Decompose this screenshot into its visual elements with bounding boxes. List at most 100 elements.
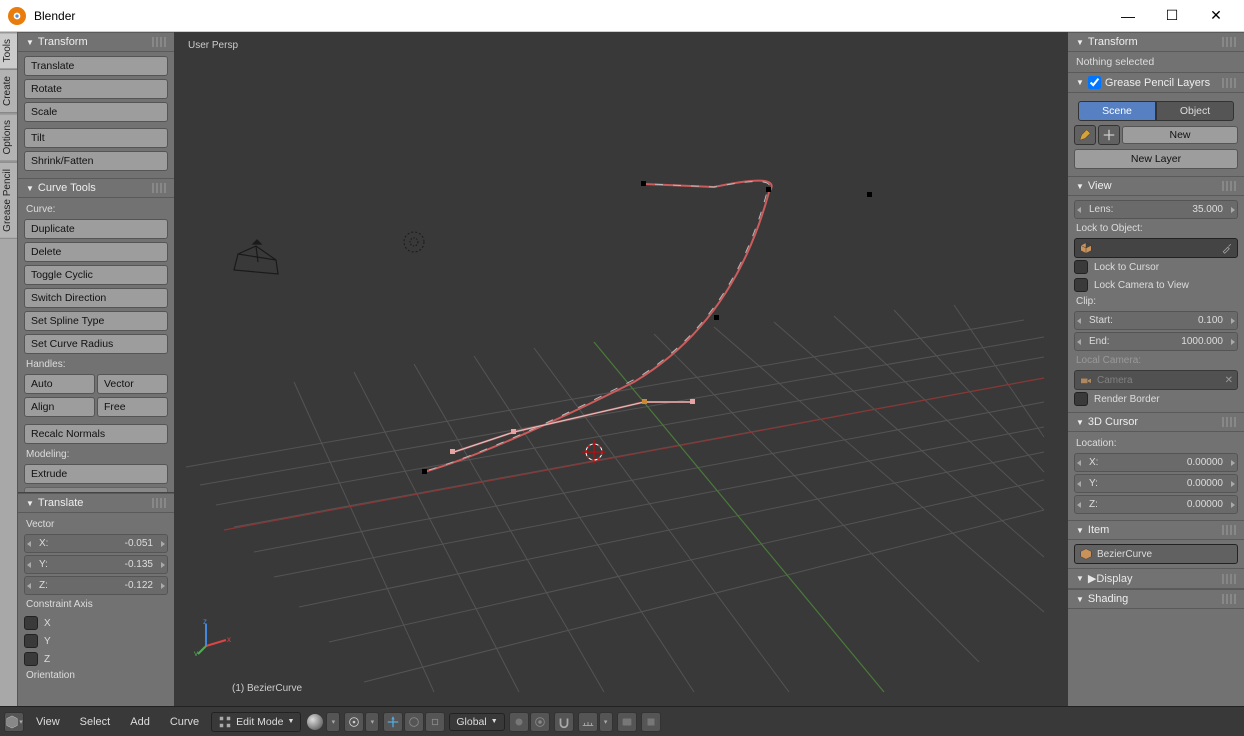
tab-options[interactable]: Options: [0, 113, 17, 161]
pivot-dropdown-icon[interactable]: ▾: [365, 712, 379, 732]
panel-header-gpencil[interactable]: Grease Pencil Layers: [1068, 72, 1244, 93]
vector-z-field[interactable]: Z:-0.122: [24, 576, 168, 595]
constraint-z[interactable]: Z: [24, 650, 168, 668]
duplicate-button[interactable]: Duplicate: [24, 219, 168, 239]
close-button[interactable]: ✕: [1196, 4, 1236, 28]
blender-icon: [8, 7, 26, 25]
constraint-x[interactable]: X: [24, 614, 168, 632]
curve-label: Curve:: [24, 202, 168, 219]
toggle-cyclic-button[interactable]: Toggle Cyclic: [24, 265, 168, 285]
constraint-axis-label: Constraint Axis: [24, 597, 168, 614]
translate-button[interactable]: Translate: [24, 56, 168, 76]
switch-direction-button[interactable]: Switch Direction: [24, 288, 168, 308]
menu-add[interactable]: Add: [122, 714, 158, 730]
manipulator-scale-icon[interactable]: [425, 712, 445, 732]
cursor-y-field[interactable]: Y:0.00000: [1074, 474, 1238, 493]
vector-y-field[interactable]: Y:-0.135: [24, 555, 168, 574]
svg-text:x: x: [227, 635, 231, 644]
handle-vector-button[interactable]: Vector: [97, 374, 168, 394]
clip-label: Clip:: [1074, 294, 1238, 311]
tab-grease-pencil[interactable]: Grease Pencil: [0, 162, 17, 239]
set-curve-radius-button[interactable]: Set Curve Radius: [24, 334, 168, 354]
menu-select[interactable]: Select: [72, 714, 119, 730]
item-name-field[interactable]: BezierCurve: [1074, 544, 1238, 564]
window-titlebar: Blender — ☐ ✕: [0, 0, 1244, 32]
vector-x-field[interactable]: X:-0.051: [24, 534, 168, 553]
local-camera-label: Local Camera:: [1074, 353, 1238, 370]
manipulator-rotate-icon[interactable]: [404, 712, 424, 732]
shading-solid-icon[interactable]: [307, 714, 323, 730]
tilt-button[interactable]: Tilt: [24, 128, 168, 148]
panel-header-transform[interactable]: Transform: [18, 32, 174, 52]
opengl-render-icon[interactable]: [617, 712, 637, 732]
lock-object-field[interactable]: [1074, 238, 1238, 258]
modeling-label: Modeling:: [24, 447, 168, 464]
menu-view[interactable]: View: [28, 714, 68, 730]
opengl-anim-icon[interactable]: [641, 712, 661, 732]
tab-create[interactable]: Create: [0, 69, 17, 113]
rotate-button[interactable]: Rotate: [24, 79, 168, 99]
panel-header-display[interactable]: ▶ Display: [1068, 568, 1244, 589]
gpencil-scene-tab[interactable]: Scene: [1078, 101, 1156, 121]
constraint-y[interactable]: Y: [24, 632, 168, 650]
manipulator-translate-icon[interactable]: [383, 712, 403, 732]
shrink-fatten-button[interactable]: Shrink/Fatten: [24, 151, 168, 171]
curve-icon: [1079, 547, 1093, 561]
handle-free-button[interactable]: Free: [97, 397, 168, 417]
local-camera-field[interactable]: Camera ✕: [1074, 370, 1238, 390]
editor-type-icon[interactable]: ▾: [4, 712, 24, 732]
new-layer-button[interactable]: New Layer: [1074, 149, 1238, 169]
orientation-dropdown[interactable]: Global▼: [449, 713, 504, 731]
proportional-icon[interactable]: [530, 712, 550, 732]
panel-header-view[interactable]: View: [1068, 176, 1244, 196]
subdivide-button[interactable]: Subdivide: [24, 487, 168, 492]
scale-button[interactable]: Scale: [24, 102, 168, 122]
tab-tools[interactable]: Tools: [0, 32, 17, 69]
menu-curve[interactable]: Curve: [162, 714, 207, 730]
snap-type-icon[interactable]: [578, 712, 598, 732]
snap-icon[interactable]: [554, 712, 574, 732]
window-title: Blender: [34, 9, 1108, 23]
pivot-icon[interactable]: [344, 712, 364, 732]
pencil-icon[interactable]: [1074, 125, 1096, 145]
cursor-x-field[interactable]: X:0.00000: [1074, 453, 1238, 472]
svg-text:z: z: [203, 617, 207, 626]
new-gpencil-button[interactable]: New: [1122, 126, 1238, 144]
panel-header-translate[interactable]: Translate: [18, 493, 174, 513]
lock-to-cursor[interactable]: Lock to Cursor: [1074, 258, 1238, 276]
panel-header-3dcursor[interactable]: 3D Cursor: [1068, 412, 1244, 432]
gpencil-object-tab[interactable]: Object: [1156, 101, 1234, 121]
viewport-canvas[interactable]: [174, 32, 1068, 706]
layers-icon[interactable]: [509, 712, 529, 732]
panel-header-shading[interactable]: Shading: [1068, 589, 1244, 609]
lock-camera-to-view[interactable]: Lock Camera to View: [1074, 276, 1238, 294]
delete-button[interactable]: Delete: [24, 242, 168, 262]
clip-end-field[interactable]: End:1000.000: [1074, 332, 1238, 351]
render-border[interactable]: Render Border: [1074, 390, 1238, 408]
3d-viewport[interactable]: User Persp (1) BezierCurve x z y: [174, 32, 1068, 706]
panel-header-curve-tools[interactable]: Curve Tools: [18, 178, 174, 198]
eyedropper-icon[interactable]: [1221, 242, 1233, 254]
orientation-label: Orientation: [24, 668, 168, 685]
handle-align-button[interactable]: Align: [24, 397, 95, 417]
handle-auto-button[interactable]: Auto: [24, 374, 95, 394]
set-spline-type-button[interactable]: Set Spline Type: [24, 311, 168, 331]
clear-icon[interactable]: ✕: [1225, 375, 1233, 386]
mode-dropdown[interactable]: Edit Mode▼: [211, 712, 301, 732]
extrude-button[interactable]: Extrude: [24, 464, 168, 484]
maximize-button[interactable]: ☐: [1152, 4, 1192, 28]
minimize-button[interactable]: —: [1108, 4, 1148, 28]
cube-icon: [1079, 241, 1093, 255]
snap-dropdown-icon[interactable]: ▾: [599, 712, 613, 732]
cursor-z-field[interactable]: Z:0.00000: [1074, 495, 1238, 514]
clip-start-field[interactable]: Start:0.100: [1074, 311, 1238, 330]
panel-header-item[interactable]: Item: [1068, 520, 1244, 540]
lens-field[interactable]: Lens:35.000: [1074, 200, 1238, 219]
grip-icon: [152, 498, 166, 508]
unlink-icon[interactable]: [1098, 125, 1120, 145]
gpencil-visible-checkbox[interactable]: [1088, 76, 1101, 89]
shading-dropdown-icon[interactable]: ▾: [326, 712, 340, 732]
recalc-normals-button[interactable]: Recalc Normals: [24, 424, 168, 444]
grip-icon: [152, 183, 166, 193]
panel-header-transform-r[interactable]: Transform: [1068, 32, 1244, 52]
